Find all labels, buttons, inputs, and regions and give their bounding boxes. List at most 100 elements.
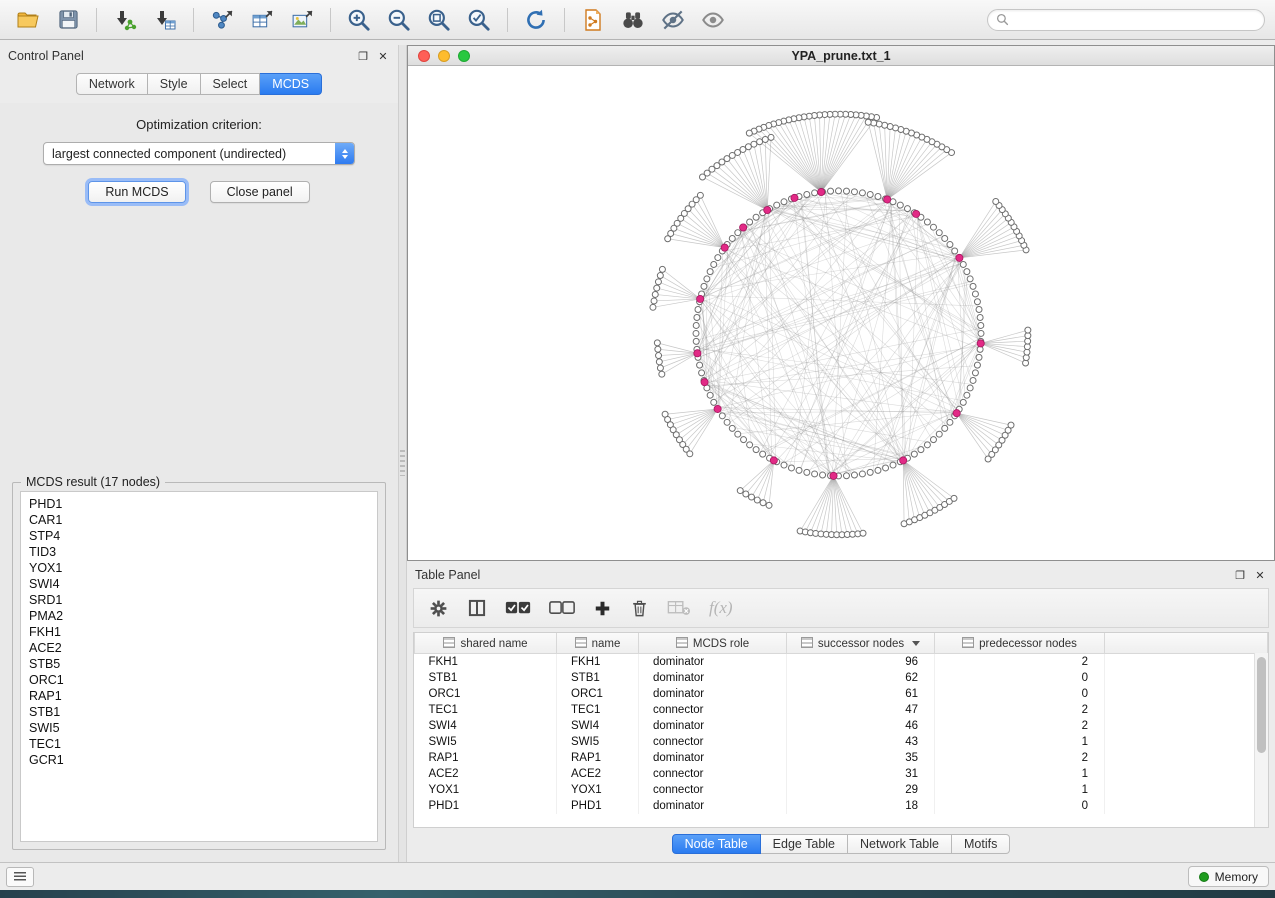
tab-select[interactable]: Select xyxy=(201,73,261,95)
select-all-button[interactable] xyxy=(505,595,531,621)
table-cell[interactable]: 2 xyxy=(935,718,1105,734)
search-input[interactable] xyxy=(1015,12,1256,28)
tab-node-table[interactable]: Node Table xyxy=(672,834,761,854)
table-row[interactable]: FKH1FKH1dominator962 xyxy=(415,654,1268,671)
table-cell[interactable]: 0 xyxy=(935,798,1105,814)
table-cell[interactable]: 1 xyxy=(935,766,1105,782)
list-item[interactable]: STB5 xyxy=(29,656,369,672)
table-cell[interactable]: ACE2 xyxy=(415,766,557,782)
tab-style[interactable]: Style xyxy=(148,73,201,95)
table-cell[interactable]: dominator xyxy=(639,654,787,671)
table-cell[interactable]: SWI5 xyxy=(557,734,639,750)
list-item[interactable]: GCR1 xyxy=(29,752,369,768)
table-cell[interactable]: 2 xyxy=(935,750,1105,766)
search-field[interactable] xyxy=(987,9,1265,31)
table-cell[interactable]: 61 xyxy=(787,686,935,702)
list-item[interactable]: CAR1 xyxy=(29,512,369,528)
deselect-all-button[interactable] xyxy=(549,595,575,621)
table-cell[interactable]: TEC1 xyxy=(415,702,557,718)
table-cell[interactable]: dominator xyxy=(639,718,787,734)
table-row[interactable]: ACE2ACE2connector311 xyxy=(415,766,1268,782)
table-cell[interactable]: 18 xyxy=(787,798,935,814)
tab-edge-table[interactable]: Edge Table xyxy=(761,834,848,854)
binoculars-button[interactable] xyxy=(615,5,651,35)
show-columns-button[interactable] xyxy=(467,595,487,621)
import-network-button[interactable] xyxy=(107,5,143,35)
table-row[interactable]: YOX1YOX1connector291 xyxy=(415,782,1268,798)
table-cell[interactable]: ACE2 xyxy=(557,766,639,782)
column-header-successor_nodes[interactable]: successor nodes xyxy=(787,633,935,654)
table-cell[interactable]: TEC1 xyxy=(557,702,639,718)
table-cell[interactable]: 0 xyxy=(935,686,1105,702)
table-cell[interactable]: dominator xyxy=(639,798,787,814)
column-header-shared_name[interactable]: shared name xyxy=(415,633,557,654)
status-menu-button[interactable] xyxy=(6,867,34,887)
table-cell[interactable] xyxy=(1105,702,1268,718)
table-row[interactable]: STB1STB1dominator620 xyxy=(415,670,1268,686)
memory-button[interactable]: Memory xyxy=(1188,866,1269,887)
table-row[interactable]: TEC1TEC1connector472 xyxy=(415,702,1268,718)
zoom-fit-button[interactable] xyxy=(421,5,457,35)
table-cell[interactable]: dominator xyxy=(639,670,787,686)
table-cell[interactable]: 29 xyxy=(787,782,935,798)
delete-column-button[interactable] xyxy=(630,595,649,621)
table-cell[interactable] xyxy=(1105,718,1268,734)
list-item[interactable]: FKH1 xyxy=(29,624,369,640)
list-item[interactable]: TID3 xyxy=(29,544,369,560)
new-network-button[interactable] xyxy=(204,5,240,35)
table-cell[interactable]: 1 xyxy=(935,734,1105,750)
column-header-name[interactable]: name xyxy=(557,633,639,654)
eye-button[interactable] xyxy=(695,5,731,35)
table-cell[interactable]: 35 xyxy=(787,750,935,766)
table-cell[interactable] xyxy=(1105,734,1268,750)
table-cell[interactable]: YOX1 xyxy=(557,782,639,798)
table-cell[interactable] xyxy=(1105,750,1268,766)
column-header-mcds_role[interactable]: MCDS role xyxy=(639,633,787,654)
hide-button[interactable] xyxy=(655,5,691,35)
table-cell[interactable]: YOX1 xyxy=(415,782,557,798)
table-row[interactable]: RAP1RAP1dominator352 xyxy=(415,750,1268,766)
list-item[interactable]: SRD1 xyxy=(29,592,369,608)
table-cell[interactable]: 96 xyxy=(787,654,935,671)
table-cell[interactable]: PHD1 xyxy=(415,798,557,814)
table-row[interactable]: SWI4SWI4dominator462 xyxy=(415,718,1268,734)
tab-network[interactable]: Network xyxy=(76,73,148,95)
close-panel-icon[interactable]: ✕ xyxy=(1253,568,1267,582)
column-header-predecessor_nodes[interactable]: predecessor nodes xyxy=(935,633,1105,654)
table-cell[interactable]: dominator xyxy=(639,686,787,702)
list-item[interactable]: RAP1 xyxy=(29,688,369,704)
table-cell[interactable]: FKH1 xyxy=(557,654,639,671)
close-panel-button[interactable]: Close panel xyxy=(210,181,310,203)
table-cell[interactable]: 1 xyxy=(935,782,1105,798)
panel-splitter[interactable] xyxy=(399,45,407,862)
list-item[interactable]: YOX1 xyxy=(29,560,369,576)
list-item[interactable]: ACE2 xyxy=(29,640,369,656)
run-mcds-button[interactable]: Run MCDS xyxy=(88,181,185,203)
close-panel-icon[interactable]: ✕ xyxy=(376,49,390,63)
table-cell[interactable]: SWI4 xyxy=(557,718,639,734)
scrollbar-thumb[interactable] xyxy=(1257,657,1266,753)
float-panel-icon[interactable]: ❐ xyxy=(356,49,370,63)
table-cell[interactable]: 46 xyxy=(787,718,935,734)
table-row[interactable]: PHD1PHD1dominator180 xyxy=(415,798,1268,814)
table-cell[interactable]: SWI5 xyxy=(415,734,557,750)
table-cell[interactable]: ORC1 xyxy=(415,686,557,702)
list-item[interactable]: SWI4 xyxy=(29,576,369,592)
table-cell[interactable]: 2 xyxy=(935,702,1105,718)
mcds-result-list[interactable]: PHD1CAR1STP4TID3YOX1SWI4SRD1PMA2FKH1ACE2… xyxy=(20,491,378,842)
table-cell[interactable]: connector xyxy=(639,782,787,798)
table-cell[interactable] xyxy=(1105,670,1268,686)
table-cell[interactable]: connector xyxy=(639,702,787,718)
table-cell[interactable]: RAP1 xyxy=(415,750,557,766)
zoom-selected-button[interactable] xyxy=(461,5,497,35)
share-document-button[interactable] xyxy=(575,5,611,35)
list-item[interactable]: ORC1 xyxy=(29,672,369,688)
table-cell[interactable] xyxy=(1105,798,1268,814)
table-cell[interactable]: dominator xyxy=(639,750,787,766)
table-cell[interactable] xyxy=(1105,686,1268,702)
list-item[interactable]: PHD1 xyxy=(29,496,369,512)
table-cell[interactable]: 47 xyxy=(787,702,935,718)
table-cell[interactable] xyxy=(1105,782,1268,798)
import-table-button[interactable] xyxy=(147,5,183,35)
table-cell[interactable]: ORC1 xyxy=(557,686,639,702)
